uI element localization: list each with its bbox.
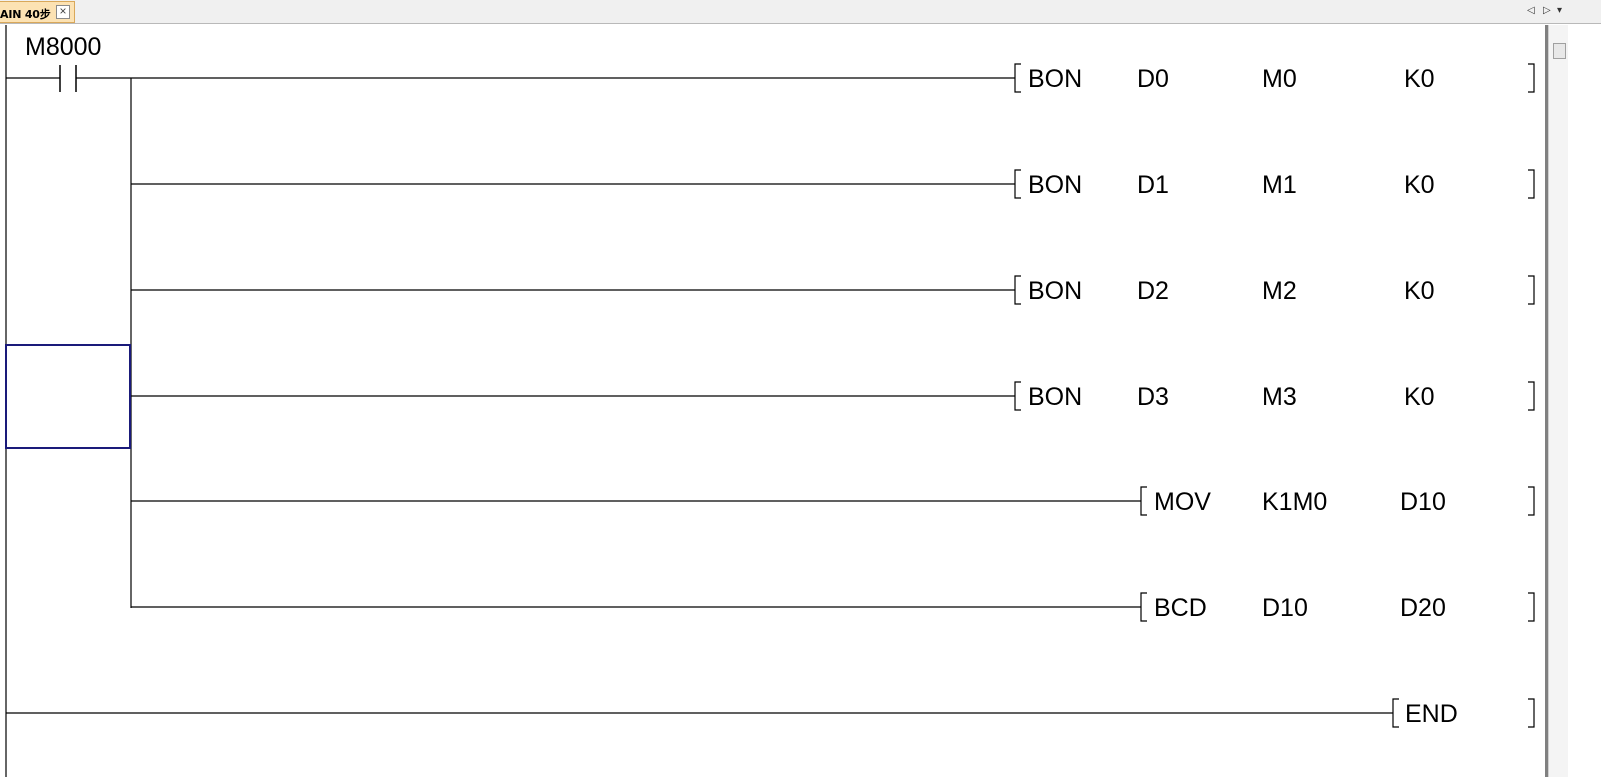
window-edge	[1568, 25, 1601, 777]
instruction-right-bracket	[1528, 486, 1535, 516]
instruction-mnemonic[interactable]: MOV	[1154, 488, 1211, 516]
cell-cursor[interactable]	[5, 344, 131, 449]
ladder-editor[interactable]: M8000 BON D0 M0 K0 BON D1 M1 K0 BON D2 M2 K0 BON D3 M3…	[0, 25, 1545, 777]
instruction-left-bracket	[1014, 63, 1021, 93]
scrollbar-thumb[interactable]	[1553, 43, 1566, 59]
instruction-mnemonic[interactable]: BCD	[1154, 594, 1207, 622]
contact-label[interactable]: M8000	[25, 33, 101, 61]
instruction-right-bracket	[1528, 592, 1535, 622]
instruction-operand[interactable]: D10	[1400, 488, 1446, 516]
instruction-left-bracket	[1140, 486, 1147, 516]
instruction-mnemonic[interactable]: BON	[1028, 383, 1082, 411]
tab-main[interactable]: AIN 40步 ×	[0, 1, 75, 23]
instruction-right-bracket	[1528, 63, 1535, 93]
instruction-operand[interactable]: D3	[1137, 383, 1169, 411]
instruction-operand[interactable]: D2	[1137, 277, 1169, 305]
instruction-left-bracket	[1014, 275, 1021, 305]
instruction-right-bracket	[1528, 275, 1535, 305]
instruction-operand[interactable]: K0	[1404, 171, 1435, 199]
instruction-right-bracket	[1528, 169, 1535, 199]
instruction-operand[interactable]: K0	[1404, 277, 1435, 305]
instruction-operand[interactable]: D20	[1400, 594, 1446, 622]
instruction-operand[interactable]: K1M0	[1262, 488, 1327, 516]
instruction-operand[interactable]: K0	[1404, 383, 1435, 411]
instruction-operand[interactable]: D0	[1137, 65, 1169, 93]
scroll-left-icon[interactable]: ◁	[1527, 4, 1535, 18]
instruction-mnemonic[interactable]: BON	[1028, 277, 1082, 305]
instruction-mnemonic[interactable]: BON	[1028, 65, 1082, 93]
instruction-left-bracket	[1014, 169, 1021, 199]
instruction-right-bracket	[1528, 381, 1535, 411]
instruction-left-bracket	[1140, 592, 1147, 622]
instruction-operand[interactable]: M3	[1262, 383, 1297, 411]
instruction-operand[interactable]: D10	[1262, 594, 1308, 622]
vertical-scrollbar[interactable]	[1548, 25, 1568, 777]
instruction-operand[interactable]: M0	[1262, 65, 1297, 93]
tab-list-menu-icon[interactable]: ▾	[1557, 4, 1562, 18]
end-right-bracket	[1528, 698, 1535, 728]
close-icon[interactable]: ×	[56, 5, 70, 19]
tab-main-label: AIN 40步	[0, 8, 51, 21]
ladder-diagram: M8000 BON D0 M0 K0 BON D1 M1 K0 BON D2 M2 K0 BON D3 M3…	[5, 25, 1535, 777]
instruction-operand[interactable]: M1	[1262, 171, 1297, 199]
end-instruction[interactable]: END	[1405, 700, 1458, 728]
instruction-operand[interactable]: D1	[1137, 171, 1169, 199]
instruction-mnemonic[interactable]: BON	[1028, 171, 1082, 199]
end-left-bracket	[1392, 698, 1399, 728]
instruction-left-bracket	[1014, 381, 1021, 411]
document-tab-bar: AIN 40步 × ◁ ▷ ▾	[0, 0, 1601, 24]
scroll-right-icon[interactable]: ▷	[1543, 4, 1551, 18]
instruction-operand[interactable]: M2	[1262, 277, 1297, 305]
instruction-operand[interactable]: K0	[1404, 65, 1435, 93]
